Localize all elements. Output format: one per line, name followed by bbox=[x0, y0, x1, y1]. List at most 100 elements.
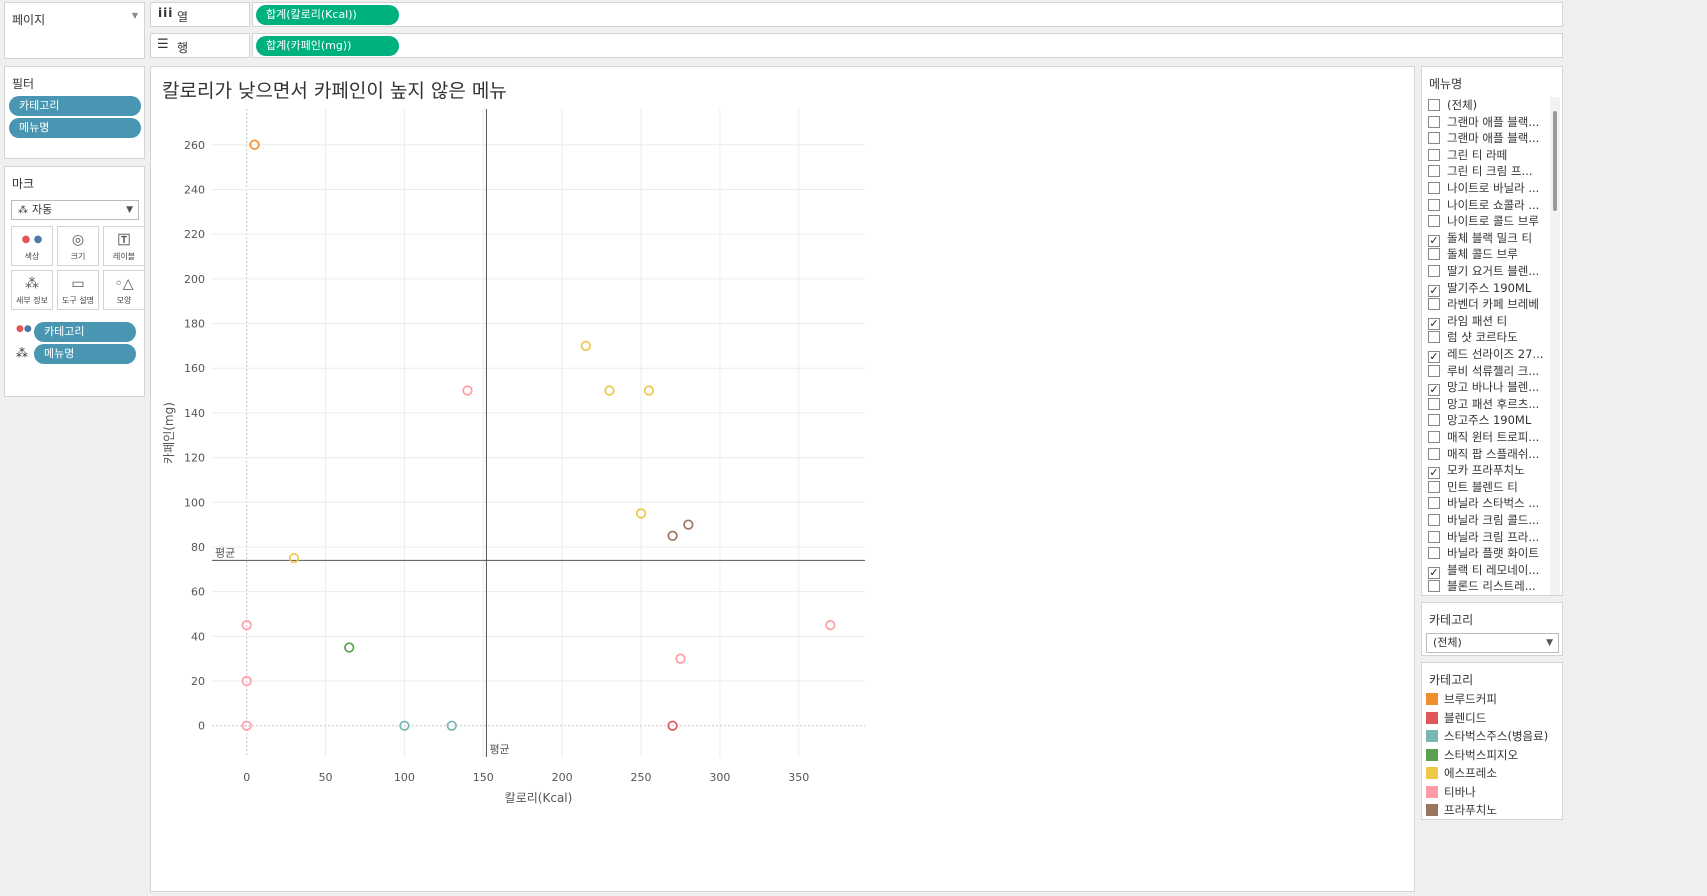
menu-filter-item[interactable]: 나이트로 콜드 브루 bbox=[1428, 212, 1556, 230]
rows-shelf[interactable]: ☰ 행 합계(카페인(mg)) bbox=[150, 33, 1563, 58]
data-point[interactable] bbox=[344, 642, 355, 653]
shape-button[interactable]: ◦△ 모양 bbox=[103, 270, 145, 310]
menu-filter-item[interactable]: 그랜마 애플 블랙... bbox=[1428, 113, 1556, 131]
checkbox[interactable] bbox=[1428, 397, 1440, 410]
data-point[interactable] bbox=[288, 552, 300, 564]
checkbox[interactable] bbox=[1428, 530, 1440, 543]
legend-item[interactable]: 블렌디드 bbox=[1426, 709, 1486, 727]
checkbox[interactable] bbox=[1428, 480, 1440, 493]
menu-filter-item[interactable]: ✓ 딸기주스 190ML bbox=[1428, 279, 1556, 297]
menu-filter-item[interactable]: 바닐라 플랫 화이트 bbox=[1428, 544, 1556, 562]
menu-filter-item[interactable]: ✓ 모카 프라푸치노 bbox=[1428, 461, 1556, 480]
menu-filter-item[interactable]: ✓ 돌체 블랙 밀크 티 bbox=[1428, 229, 1556, 247]
chevron-down-icon[interactable]: ▼ bbox=[132, 11, 138, 20]
menu-filter-item[interactable]: 민트 블렌드 티 bbox=[1428, 478, 1556, 496]
menu-filter-item[interactable]: 나이트로 바닐라 ... bbox=[1428, 179, 1556, 197]
menu-filter-item[interactable]: 망고 패션 후르츠... bbox=[1428, 395, 1556, 413]
menu-filter-item-label: 럼 샷 코르타도 bbox=[1447, 330, 1518, 345]
legend-swatch bbox=[1426, 767, 1438, 779]
menu-filter-item[interactable]: ✓ 블랙 티 레모네이... bbox=[1428, 561, 1556, 579]
y-average-label: 평균 bbox=[215, 546, 235, 559]
legend-item[interactable]: 스타벅스주스(병음료) bbox=[1426, 727, 1548, 745]
legend-item[interactable]: 에스프레소 bbox=[1426, 764, 1497, 782]
scrollbar-track[interactable] bbox=[1550, 97, 1560, 595]
legend-item-label: 스타벅스주스(병음료) bbox=[1444, 729, 1549, 743]
tooltip-button[interactable]: ▭ 도구 설명 bbox=[57, 270, 99, 310]
menu-filter-item[interactable]: 그랜마 애플 블랙... bbox=[1428, 129, 1556, 147]
color-button[interactable]: ● ● 색상 bbox=[11, 226, 53, 266]
data-point[interactable] bbox=[462, 385, 473, 396]
legend-item[interactable]: 티바나 bbox=[1426, 783, 1476, 801]
checkbox[interactable] bbox=[1428, 165, 1440, 178]
checkbox[interactable] bbox=[1428, 580, 1440, 593]
checkbox[interactable] bbox=[1428, 132, 1440, 145]
data-point[interactable] bbox=[643, 385, 655, 396]
checkbox[interactable] bbox=[1428, 198, 1440, 211]
checkbox[interactable] bbox=[1428, 431, 1440, 443]
checkbox[interactable] bbox=[1428, 497, 1440, 510]
size-button[interactable]: ◎ 크기 bbox=[57, 226, 99, 266]
columns-shelf[interactable]: iii 열 합계(칼로리(Kcal)) bbox=[150, 2, 1563, 27]
menu-filter-item[interactable]: 망고주스 190ML bbox=[1428, 411, 1556, 429]
detail-button[interactable]: ⁂ 세부 정보 bbox=[11, 270, 53, 310]
checkbox[interactable] bbox=[1428, 148, 1440, 161]
checkbox[interactable] bbox=[1428, 364, 1440, 377]
menu-filter-item[interactable]: 그린 티 크림 프... bbox=[1428, 162, 1556, 180]
pages-shelf[interactable]: 페이지 ▼ bbox=[4, 2, 145, 59]
menu-filter-item[interactable]: 돌체 콜드 브루 bbox=[1428, 245, 1556, 263]
checkbox[interactable] bbox=[1428, 331, 1440, 344]
menu-filter-item[interactable]: 럼 샷 코르타도 bbox=[1428, 328, 1556, 346]
data-point[interactable] bbox=[825, 620, 836, 631]
checkbox[interactable] bbox=[1428, 99, 1440, 111]
scatter-chart[interactable]: 칼로리가 낮으면서 카페인이 높지 않은 메뉴 평균평균 0 50 100 150 20… bbox=[151, 67, 1414, 891]
checkbox[interactable] bbox=[1428, 547, 1440, 560]
menu-filter-item[interactable]: 라벤더 카페 브레베 bbox=[1428, 295, 1556, 313]
columns-pill[interactable]: 합계(칼로리(Kcal)) bbox=[256, 5, 399, 25]
menu-filter-item[interactable]: 그린 티 라떼 bbox=[1428, 146, 1556, 164]
menu-filter-item[interactable]: 바닐라 스타벅스 ... bbox=[1428, 494, 1556, 512]
data-point[interactable] bbox=[667, 530, 678, 541]
menu-filter-item[interactable]: 매직 팝 스플래쉬... bbox=[1428, 445, 1556, 463]
mark-type-dropdown[interactable]: ⁂ 자동 ▼ bbox=[11, 200, 139, 220]
checkbox[interactable] bbox=[1428, 182, 1440, 194]
checkbox[interactable] bbox=[1428, 265, 1440, 277]
menu-filter-item[interactable]: 블론드 리스트레... bbox=[1428, 577, 1556, 595]
checkbox[interactable] bbox=[1428, 514, 1440, 526]
rows-drop-area[interactable]: 합계(카페인(mg)) bbox=[252, 33, 1563, 58]
checkbox[interactable] bbox=[1428, 298, 1440, 311]
data-point[interactable] bbox=[604, 385, 615, 396]
menu-filter-item[interactable]: 루비 석류젤리 크... bbox=[1428, 362, 1556, 380]
checkbox[interactable] bbox=[1428, 215, 1440, 228]
columns-drop-area[interactable]: 합계(칼로리(Kcal)) bbox=[252, 2, 1563, 27]
legend-item-label: 스타벅스피지오 bbox=[1444, 747, 1519, 762]
legend-item[interactable]: 프라푸치노 bbox=[1426, 801, 1497, 819]
menu-filter-item[interactable]: (전체) bbox=[1428, 96, 1556, 114]
rows-pill[interactable]: 합계(카페인(mg)) bbox=[256, 36, 399, 56]
category-filter-dropdown[interactable]: (전체) ▼ bbox=[1426, 633, 1559, 653]
data-point[interactable] bbox=[580, 340, 591, 352]
data-point[interactable] bbox=[683, 519, 694, 530]
filter-pill-menu[interactable]: 메뉴명 bbox=[9, 118, 141, 138]
legend-item[interactable]: 브루드커피 bbox=[1426, 690, 1497, 708]
checkbox[interactable] bbox=[1428, 414, 1440, 427]
checkbox[interactable] bbox=[1428, 447, 1440, 460]
columns-shelf-header: iii 열 bbox=[150, 2, 250, 27]
mark-field-menu[interactable]: 메뉴명 bbox=[34, 344, 136, 364]
menu-filter-item[interactable]: 딸기 요거트 블렌... bbox=[1428, 262, 1556, 280]
checkbox[interactable] bbox=[1428, 115, 1440, 128]
menu-filter-item[interactable]: 매직 윈터 트로피... bbox=[1428, 428, 1556, 446]
chart-panel[interactable]: 칼로리가 낮으면서 카페인이 높지 않은 메뉴 평균 평균 0 50 100 150 20… bbox=[150, 66, 1415, 892]
menu-filter-item[interactable]: 바닐라 크림 프라... bbox=[1428, 528, 1556, 546]
checkbox[interactable] bbox=[1428, 248, 1440, 261]
mark-field-category[interactable]: 카테고리 bbox=[34, 322, 136, 342]
menu-filter-item[interactable]: ✓ 레드 선라이즈 27... bbox=[1428, 345, 1556, 363]
legend-item[interactable]: 스타벅스피지오 bbox=[1426, 746, 1518, 764]
data-point[interactable] bbox=[675, 653, 686, 664]
menu-filter-item[interactable]: 바닐라 크림 콜드... bbox=[1428, 511, 1556, 529]
scrollbar-thumb[interactable] bbox=[1553, 111, 1557, 211]
menu-filter-item[interactable]: 나이트로 쇼콜라 ... bbox=[1428, 196, 1556, 214]
label-button[interactable]: 🅃 레이블 bbox=[103, 226, 145, 266]
filter-pill-category[interactable]: 카테고리 bbox=[9, 96, 141, 116]
menu-filter-item[interactable]: ✓ 망고 바나나 블렌... bbox=[1428, 378, 1556, 397]
menu-filter-item[interactable]: ✓ 라임 패션 티 bbox=[1428, 312, 1556, 330]
